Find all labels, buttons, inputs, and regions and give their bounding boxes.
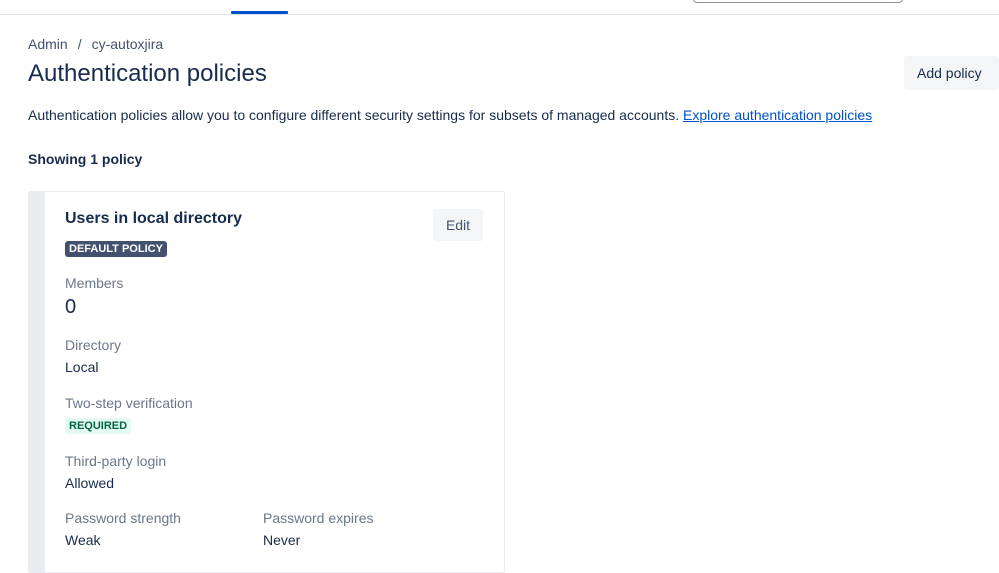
third-party-label: Third-party login [65, 453, 167, 469]
password-expires-label: Password expires [263, 510, 374, 526]
policy-count: Showing 1 policy [28, 151, 143, 167]
two-step-label: Two-step verification [65, 395, 193, 411]
breadcrumb: Admin / cy-autoxjira [28, 36, 163, 52]
default-policy-badge: DEFAULT POLICY [65, 241, 167, 257]
third-party-value: Allowed [65, 475, 115, 491]
breadcrumb-admin[interactable]: Admin [28, 36, 68, 52]
active-tab-indicator [231, 11, 288, 14]
breadcrumb-separator: / [77, 36, 82, 52]
password-strength-label: Password strength [65, 510, 181, 526]
top-navigation-bar [0, 0, 999, 15]
edit-policy-button[interactable]: Edit [433, 209, 483, 241]
directory-value: Local [65, 359, 99, 375]
password-expires-value: Never [263, 532, 301, 548]
breadcrumb-org[interactable]: cy-autoxjira [92, 36, 164, 52]
members-value: 0 [65, 296, 77, 318]
page-title: Authentication policies [28, 60, 267, 87]
policy-title: Users in local directory [65, 210, 242, 227]
search-input[interactable] [693, 0, 903, 3]
members-label: Members [65, 275, 124, 291]
page-description: Authentication policies allow you to con… [28, 107, 872, 123]
two-step-required-badge: REQUIRED [65, 418, 132, 434]
policy-card-stripe [29, 192, 45, 572]
directory-label: Directory [65, 337, 122, 353]
description-text: Authentication policies allow you to con… [28, 107, 680, 123]
explore-policies-link[interactable]: Explore authentication policies [683, 107, 872, 123]
password-strength-value: Weak [65, 532, 101, 548]
policy-card: Users in local directory Edit DEFAULT PO… [28, 191, 505, 573]
add-policy-button[interactable]: Add policy [904, 56, 999, 90]
